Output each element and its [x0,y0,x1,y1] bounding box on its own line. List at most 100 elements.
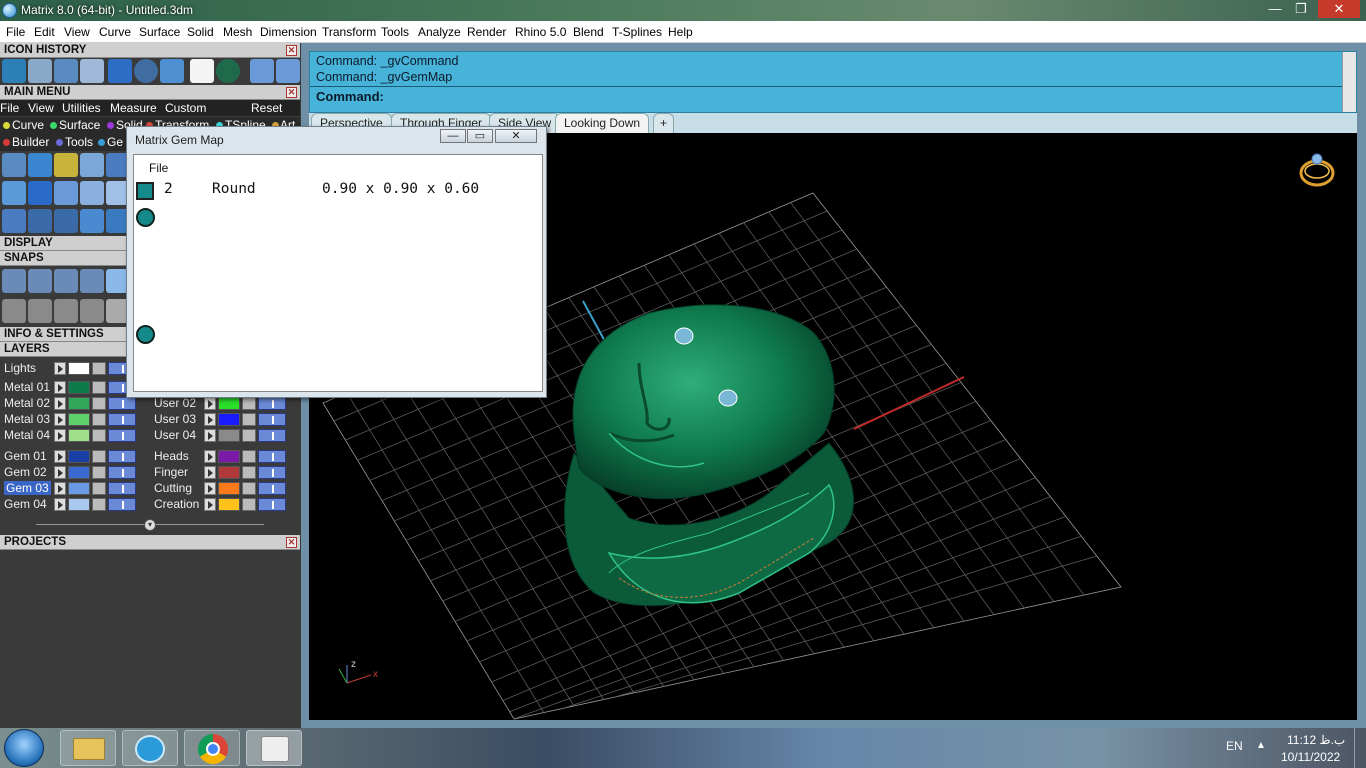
layer-row[interactable]: User 02 [150,396,290,411]
collapse-chevron-icon[interactable]: ▾ [144,519,156,531]
visibility-toggle[interactable] [258,450,286,463]
tool-icon[interactable] [54,153,78,177]
lock-icon[interactable] [92,482,106,495]
projects-header[interactable]: PROJECTS ✕ [0,535,300,550]
snap-icon[interactable] [2,299,26,323]
icon-history-tool-4[interactable] [80,59,104,83]
layer-color-swatch[interactable] [218,482,240,495]
layer-row-selected[interactable]: Gem 03 [0,481,140,496]
tool-icon[interactable] [2,181,26,205]
expand-arrow-icon[interactable] [54,450,66,463]
main-menu-header[interactable]: MAIN MENU ✕ [0,85,300,100]
expand-arrow-icon[interactable] [54,429,66,442]
gem-map-window[interactable]: Matrix Gem Map — ▭ ✕ File 2 Round 0.90 x… [126,126,547,398]
command-area[interactable]: Command: _gvCommand Command: _gvGemMap C… [309,51,1357,113]
lock-icon[interactable] [92,397,106,410]
icon-history-tool-9[interactable] [216,59,240,83]
menu-tsplines[interactable]: T-Splines [612,25,662,39]
snap-icon[interactable] [28,269,52,293]
layer-color-swatch[interactable] [68,466,90,479]
tool-icon[interactable] [28,153,52,177]
lock-icon[interactable] [242,429,256,442]
expand-arrow-icon[interactable] [54,413,66,426]
snap-icon[interactable] [54,299,78,323]
tool-icon[interactable] [28,209,52,233]
minimize-button[interactable]: — [1262,0,1288,18]
menu-analyze[interactable]: Analyze [418,25,461,39]
menu-rhino[interactable]: Rhino 5.0 [515,25,566,39]
layer-color-swatch[interactable] [68,397,90,410]
menu-tools[interactable]: Tools [381,25,409,39]
close-icon[interactable]: ✕ [286,87,297,98]
start-button[interactable] [4,729,44,767]
snap-icon[interactable] [28,299,52,323]
layer-color-swatch[interactable] [218,466,240,479]
lock-icon[interactable] [92,466,106,479]
layer-row[interactable]: User 03 [150,412,290,427]
layer-color-swatch[interactable] [68,498,90,511]
icon-history-tool-1[interactable] [2,59,26,83]
main-menu-utilities[interactable]: Utilities [62,101,101,115]
icon-history-tool-6[interactable] [134,59,158,83]
layer-color-swatch[interactable] [218,413,240,426]
menu-transform[interactable]: Transform [322,25,376,39]
expand-arrow-icon[interactable] [54,397,66,410]
lock-icon[interactable] [92,450,106,463]
add-tab-button[interactable]: + [653,113,675,133]
gem-map-maximize-button[interactable]: ▭ [467,129,493,143]
lock-icon[interactable] [92,498,106,511]
icon-history-tool-8[interactable] [190,59,214,83]
gem-map-menu-file[interactable]: File [149,161,168,175]
menu-blend[interactable]: Blend [573,25,604,39]
layer-row[interactable]: Metal 03 [0,412,140,427]
layer-color-swatch[interactable] [218,429,240,442]
layer-color-swatch[interactable] [68,450,90,463]
expand-arrow-icon[interactable] [54,466,66,479]
lock-icon[interactable] [92,413,106,426]
visibility-toggle[interactable] [258,429,286,442]
layer-color-swatch[interactable] [68,429,90,442]
icon-history-header[interactable]: ICON HISTORY ✕ [0,43,300,58]
tool-icon[interactable] [2,153,26,177]
clock-time[interactable]: 11:12 ب.ظ [1287,733,1345,747]
tool-icon[interactable] [80,153,104,177]
menu-file[interactable]: File [6,25,25,39]
visibility-toggle[interactable] [108,466,136,479]
expand-arrow-icon[interactable] [54,482,66,495]
layer-color-swatch[interactable] [218,450,240,463]
gem-circle-icon[interactable] [136,325,155,344]
main-menu-measure[interactable]: Measure [110,101,157,115]
expand-arrow-icon[interactable] [204,482,216,495]
layer-row[interactable]: Gem 02 [0,465,140,480]
layer-color-swatch[interactable] [68,413,90,426]
lock-icon[interactable] [92,381,106,394]
layer-row[interactable]: Heads [150,449,290,464]
tag-surface[interactable]: Surface [59,118,100,132]
visibility-toggle[interactable] [258,397,286,410]
close-icon[interactable]: ✕ [286,537,297,548]
tool-icon[interactable] [54,181,78,205]
visibility-toggle[interactable] [108,397,136,410]
layer-row[interactable]: Gem 04 [0,497,140,512]
lock-icon[interactable] [242,397,256,410]
visibility-toggle[interactable] [258,413,286,426]
tag-builder[interactable]: Builder [12,135,49,149]
menu-curve[interactable]: Curve [99,25,131,39]
expand-arrow-icon[interactable] [204,450,216,463]
lock-icon[interactable] [242,498,256,511]
close-icon[interactable]: ✕ [286,45,297,56]
layer-color-swatch[interactable] [68,482,90,495]
visibility-toggle[interactable] [108,498,136,511]
layer-row[interactable]: Cutting [150,481,290,496]
expand-arrow-icon[interactable] [204,413,216,426]
main-menu-reset[interactable]: Reset [251,101,282,115]
visibility-toggle[interactable] [258,482,286,495]
menu-help[interactable]: Help [668,25,693,39]
command-scrollbar[interactable] [1342,52,1356,112]
layer-row[interactable]: User 04 [150,428,290,443]
chrome-icon[interactable] [184,730,240,766]
layer-color-swatch[interactable] [218,397,240,410]
expand-arrow-icon[interactable] [204,429,216,442]
lock-icon[interactable] [242,466,256,479]
language-indicator[interactable]: EN [1226,739,1243,753]
